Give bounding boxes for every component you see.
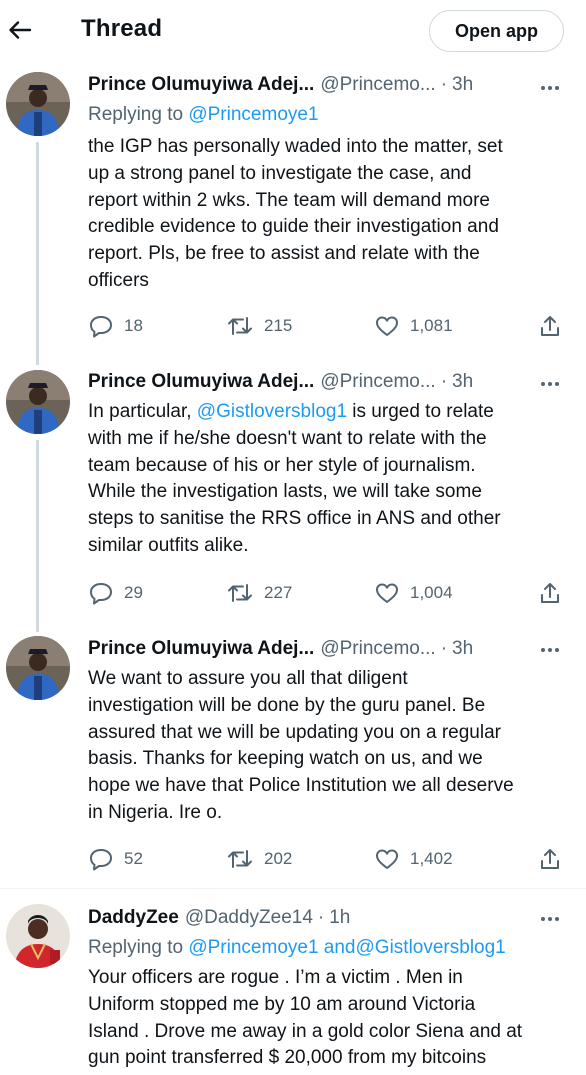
tweet-text: Your officers are rogue . I’m a victim .… (88, 965, 568, 1072)
author-name[interactable]: DaddyZee (88, 907, 179, 929)
author-handle[interactable]: @DaddyZee14 (185, 907, 313, 929)
share-icon (541, 849, 559, 869)
reply-count: 52 (124, 849, 143, 868)
replying-to: Replying to @Princemoye1 and@Gistloversb… (88, 937, 506, 959)
tweet-text-line: assured that we will be updating you on … (88, 721, 501, 743)
reply-button[interactable]: 52 (88, 845, 143, 873)
author-name[interactable]: Prince Olumuyiwa Adej... (88, 638, 314, 660)
like-count: 1,402 (410, 849, 453, 868)
avatar[interactable] (6, 636, 70, 700)
separator-dot: · (317, 907, 325, 928)
tweet-text-line: investigation will be done by the guru p… (88, 694, 486, 716)
retweet-count: 202 (264, 849, 293, 868)
author-handle[interactable]: @Princemo... (320, 638, 435, 660)
timestamp[interactable]: 3h (452, 638, 473, 660)
tweet-text-line: basis. Thanks for keeping watch on us, a… (88, 748, 483, 770)
tweet-text-line: in Nigeria. Ire o. (88, 801, 223, 823)
timestamp[interactable]: 1h (329, 907, 350, 929)
tweet-text-line: Your officers are rogue . I’m a victim .… (88, 967, 463, 988)
more-button[interactable] (533, 909, 567, 929)
share-button[interactable] (538, 845, 562, 873)
reply-tweet[interactable]: DaddyZee @DaddyZee14 · 1h Replying to @P… (0, 889, 586, 1075)
retweet-button[interactable]: 202 (226, 845, 292, 873)
tweet-header: Prince Olumuyiwa Adej... @Princemo... · … (88, 636, 473, 662)
tweet-text-line: Island . Drove me away in a gold color S… (88, 1020, 523, 1042)
heart-icon (376, 849, 398, 869)
more-icon (541, 648, 559, 652)
tweet-text-line: We want to assure you all that diligent (88, 668, 408, 689)
replying-to-label: Replying to (88, 937, 184, 958)
reply-icon (90, 849, 112, 871)
tweet-actions: 52 202 1,402 (88, 845, 566, 873)
tweet-3[interactable]: Prince Olumuyiwa Adej... @Princemo... · … (0, 0, 586, 888)
tweet-text-line: hope we have that Police Institution we … (88, 775, 514, 797)
mention-link[interactable]: @Gistloversblog1 (356, 937, 506, 958)
more-icon (541, 917, 559, 921)
separator-dot: · (440, 638, 448, 659)
replying-to-and: and (323, 937, 356, 958)
retweet-icon (228, 850, 252, 868)
tweet-text-line: Uniform stopped me by 10 am around Victo… (88, 993, 476, 1015)
more-button[interactable] (533, 640, 567, 660)
tweet-text-line: gun point transferred $ 20,000 from my b… (88, 1047, 487, 1069)
tweet-text: We want to assure you all that diligent … (88, 666, 568, 827)
tweet-header: DaddyZee @DaddyZee14 · 1h (88, 905, 350, 931)
like-button[interactable]: 1,402 (374, 845, 453, 873)
avatar[interactable] (6, 904, 70, 968)
mention-link[interactable]: @Princemoye1 (188, 937, 318, 958)
